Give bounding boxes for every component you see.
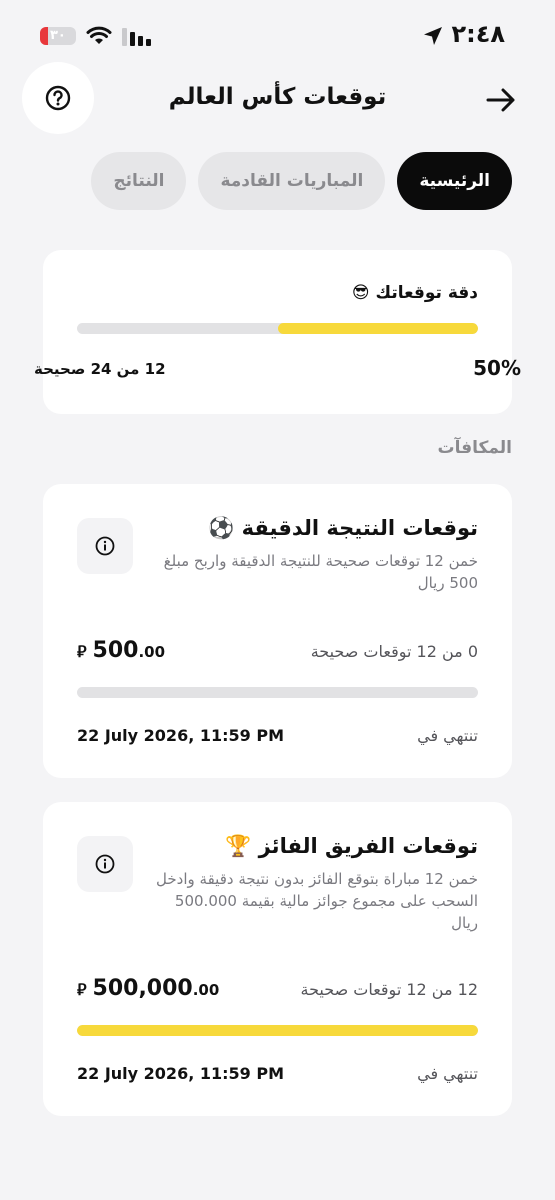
reward-amount: ⃁ 500,000.00 <box>77 976 220 1001</box>
wifi-icon <box>86 26 112 44</box>
tab-upcoming-matches[interactable]: المباريات القادمة <box>198 152 386 210</box>
riyal-currency-icon: ⃁ <box>77 980 87 999</box>
reward-description: خمن 12 توقعات صحيحة للنتيجة الدقيقة وارب… <box>163 552 478 592</box>
reward-card-exact-score: توقعات النتيجة الدقيقة ⚽ خمن 12 توقعات ص… <box>43 484 512 778</box>
reward-title: توقعات الفريق الفائز 🏆 <box>225 834 478 858</box>
accuracy-percent: 50% <box>473 356 521 380</box>
battery-icon: ٣٠ <box>40 27 76 45</box>
tab-results[interactable]: النتائج <box>91 152 187 210</box>
accuracy-progress-bar <box>77 323 478 334</box>
reward-title: توقعات النتيجة الدقيقة ⚽ <box>208 516 478 540</box>
accuracy-count: 12 من 24 صحيحة <box>34 360 166 378</box>
ends-label: تنتهي في <box>417 726 478 745</box>
reward-card-winning-team: توقعات الفريق الفائز 🏆 خمن 12 مباراة بتو… <box>43 802 512 1116</box>
location-arrow-icon <box>424 27 442 45</box>
accuracy-card: دقة توقعاتك 😎 <box>43 250 512 414</box>
status-bar: ٣٠ ٢:٤٨ <box>0 0 555 64</box>
back-arrow-icon[interactable] <box>485 84 517 116</box>
ends-label: تنتهي في <box>417 1064 478 1083</box>
reward-description: خمن 12 مباراة بتوقع الفائز بدون نتيجة دق… <box>156 870 478 932</box>
rewards-section-title: المكافآت <box>437 438 512 458</box>
signal-icon <box>122 28 151 46</box>
page-title: توقعات كأس العالم <box>168 84 387 110</box>
battery-level: ٣٠ <box>50 28 66 43</box>
riyal-currency-icon: ⃁ <box>77 642 87 661</box>
info-button[interactable] <box>77 518 133 574</box>
ends-date: 22 July 2026, 11:59 PM <box>77 1064 284 1083</box>
info-icon <box>95 536 115 556</box>
tab-home[interactable]: الرئيسية <box>397 152 512 210</box>
reward-progress-label: 0 من 12 توقعات صحيحة <box>310 642 478 661</box>
reward-progress-bar <box>77 687 478 698</box>
header: توقعات كأس العالم <box>0 62 555 144</box>
ends-date: 22 July 2026, 11:59 PM <box>77 726 284 745</box>
status-time: ٢:٤٨ <box>451 20 505 48</box>
info-icon <box>95 854 115 874</box>
reward-progress-bar <box>77 1025 478 1036</box>
reward-progress-label: 12 من 12 توقعات صحيحة <box>300 980 478 999</box>
info-button[interactable] <box>77 836 133 892</box>
accuracy-title: دقة توقعاتك 😎 <box>351 283 478 303</box>
reward-amount: ⃁ 500.00 <box>77 638 166 663</box>
tab-bar: الرئيسية المباريات القادمة النتائج <box>91 152 512 210</box>
